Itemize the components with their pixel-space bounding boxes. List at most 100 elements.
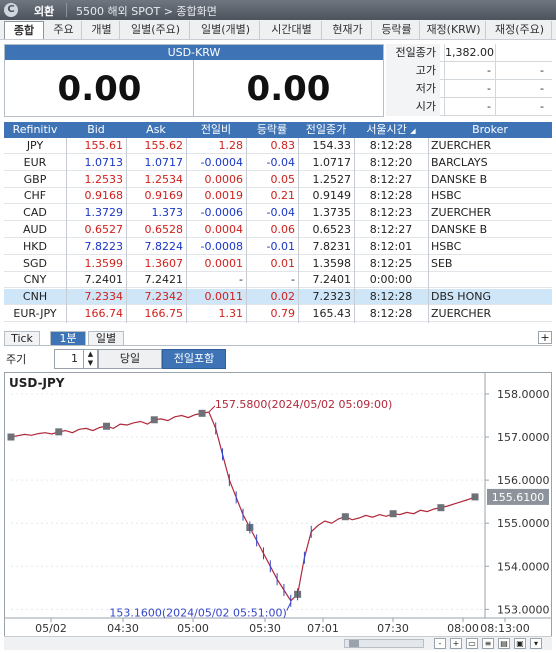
cell-ask: 0.6528 (144, 223, 184, 236)
tab-current-price[interactable]: 현재가 (324, 21, 372, 39)
price-chart: USD-JPY 158.0000 157.0000 156.0000 155.0000… (4, 372, 552, 648)
cell-chg: 1.28 (218, 139, 244, 152)
period-label: 주기 (6, 353, 27, 366)
data-point (55, 428, 63, 436)
table-row[interactable]: CNH 7.2334 7.2342 0.0011 0.02 7.2323 8:12:28 DB… (4, 289, 552, 306)
cell-name: CNH (22, 290, 48, 304)
chart-scrollbar[interactable] (344, 639, 424, 648)
col-bid[interactable]: Bid (66, 122, 126, 138)
data-point (7, 433, 15, 441)
tab-cross-major[interactable]: 재정(주요) (488, 21, 552, 39)
col-broker[interactable]: Broker (428, 122, 552, 138)
table-row[interactable]: AUD 0.6527 0.6528 0.0004 0.06 0.6523 8:12:27 DA… (4, 222, 552, 238)
tab-individual[interactable]: 개별 (84, 21, 120, 39)
cell-pct: 0.02 (270, 290, 296, 304)
data-point (103, 422, 111, 430)
high-annotation: 157.5800(2024/05/02 05:09:00) (215, 398, 392, 411)
cell-name: CAD (23, 206, 47, 220)
cell-pct: 0.79 (270, 307, 296, 320)
y-tick-label: 158.0000 (497, 388, 550, 401)
title-divider (66, 3, 67, 17)
tab-change-rate[interactable]: 등락률 (374, 21, 420, 39)
add-chart-icon[interactable]: + (538, 331, 552, 344)
table-row[interactable]: CNY 7.2401 7.2421 - - 7.2401 0:00:00 (4, 272, 552, 289)
x-tick-label: 04:30 (107, 622, 139, 635)
col-seoul-time[interactable]: 서울시간 ◢ (354, 122, 428, 138)
table-row[interactable]: CAD 1.3729 1.373 -0.0006 -0.04 1.3735 8:12:23 Z… (4, 205, 552, 222)
save-icon[interactable]: ▣ (514, 638, 526, 649)
table-row[interactable]: GBP 1.2533 1.2534 0.0006 0.05 1.2527 8:12:27 DA… (4, 172, 552, 188)
cell-time: 8:12:28 (369, 307, 413, 320)
col-change[interactable]: 전일비 (186, 122, 246, 138)
period-value[interactable]: 1 (55, 350, 81, 368)
cell-prev: 7.8231 (312, 239, 352, 253)
cell-prev: 7.2323 (312, 290, 352, 304)
cell-prev: 165.43 (312, 307, 352, 320)
tab-summary[interactable]: 종합 (4, 21, 44, 39)
app-logo-icon: C (4, 3, 18, 17)
summary-value: 1,382.00 (444, 44, 496, 62)
tab-hourly[interactable]: 시간대별 (262, 21, 322, 39)
col-ask[interactable]: Ask (126, 122, 186, 138)
period-stepper[interactable]: 1 ▲ ▼ (54, 349, 98, 369)
chart-settings-icon[interactable]: ≡ (482, 638, 494, 649)
chart-controls: 주기 1 ▲ ▼ 당일 전일포함 (4, 348, 552, 370)
col-change-rate[interactable]: 등락률 (246, 122, 298, 138)
print-icon[interactable]: ▤ (498, 638, 510, 649)
cell-bid: 1.0713 (84, 155, 124, 169)
cell-prev: 0.9149 (312, 189, 352, 203)
tab-cross-krw[interactable]: 재정(KRW) (422, 21, 486, 39)
cell-bid: 7.2334 (84, 290, 124, 304)
x-tick-label: 05:00 (177, 622, 209, 635)
col-seoul-time-label: 서울시간 (366, 123, 407, 136)
scroll-thumb[interactable] (349, 640, 359, 647)
cell-time: 8:12:28 (369, 139, 413, 152)
zoom-in-icon[interactable]: + (450, 638, 462, 649)
cell-ask: 7.2421 (144, 273, 184, 287)
chart-tab-daily[interactable]: 일별 (88, 331, 124, 345)
summary-label: 저가 (386, 80, 440, 98)
col-refinitiv[interactable]: Refinitiv (4, 122, 66, 138)
col-prev-close[interactable]: 전일종가 (298, 122, 354, 138)
cell-name: GBP (23, 172, 47, 186)
table-row[interactable]: CHF 0.9168 0.9169 0.0019 0.21 0.9149 8:12:28 HS… (4, 188, 552, 205)
quote-summary: 전일종가 1,382.00 고가 - - 저가 - - 시가 - - (386, 44, 552, 117)
cell-chg: -0.0004 (200, 155, 243, 169)
chart-tool-icon[interactable]: ▭ (466, 638, 478, 649)
data-point (389, 510, 397, 518)
chart-more-icon[interactable]: ▾ (530, 638, 542, 649)
stepper-arrows-icon[interactable]: ▲ ▼ (83, 350, 97, 368)
table-row[interactable]: JPY 155.61 155.62 1.28 0.83 154.33 8:12:28 ZUER… (4, 138, 552, 154)
cell-broker: DANSKE B (431, 172, 488, 186)
table-row[interactable]: SGD 1.3599 1.3607 0.0001 0.01 1.3598 8:12:25 SE… (4, 256, 552, 272)
chart-tab-1min[interactable]: 1분 (50, 331, 86, 345)
table-row[interactable]: EUR 1.0713 1.0717 -0.0004 -0.04 1.0717 8:12:20… (4, 155, 552, 171)
cell-bid: 1.3599 (84, 256, 124, 270)
cell-bid: 1.3729 (84, 206, 124, 220)
grid-line (186, 138, 187, 323)
grid-line (354, 138, 355, 323)
zoom-out-icon[interactable]: - (434, 638, 446, 649)
cell-ask: 155.62 (144, 139, 184, 152)
y-tick-label: 155.0000 (497, 517, 550, 530)
chart-tab-tick[interactable]: Tick (4, 331, 40, 345)
tab-daily-major[interactable]: 일별(주요) (122, 21, 190, 39)
cell-ask: 1.0717 (144, 155, 184, 169)
cell-name: JPY (26, 139, 44, 152)
y-tick-label: 156.0000 (497, 474, 550, 487)
cell-chg: 0.0006 (204, 172, 244, 186)
cell-chg: - (239, 273, 243, 287)
tab-daily-individual[interactable]: 일별(개별) (192, 21, 260, 39)
cell-name: EUR (23, 155, 47, 169)
include-prev-day-button[interactable]: 전일포함 (162, 349, 226, 369)
table-row[interactable]: EUR-JPY 166.74 166.75 1.31 0.79 165.43 8:12:28… (4, 306, 552, 322)
cell-prev: 1.2527 (312, 172, 352, 186)
table-row[interactable]: HKD 7.8223 7.8224 -0.0008 -0.01 7.8231 8:12:01… (4, 239, 552, 255)
cell-chg: 0.0001 (204, 256, 244, 270)
cell-broker: DBS HONG (431, 290, 491, 304)
cell-name: CHF (23, 189, 47, 203)
cell-pct: 0.06 (270, 223, 296, 236)
data-point (437, 504, 445, 512)
tab-major[interactable]: 주요 (46, 21, 82, 39)
today-button[interactable]: 당일 (98, 349, 162, 369)
